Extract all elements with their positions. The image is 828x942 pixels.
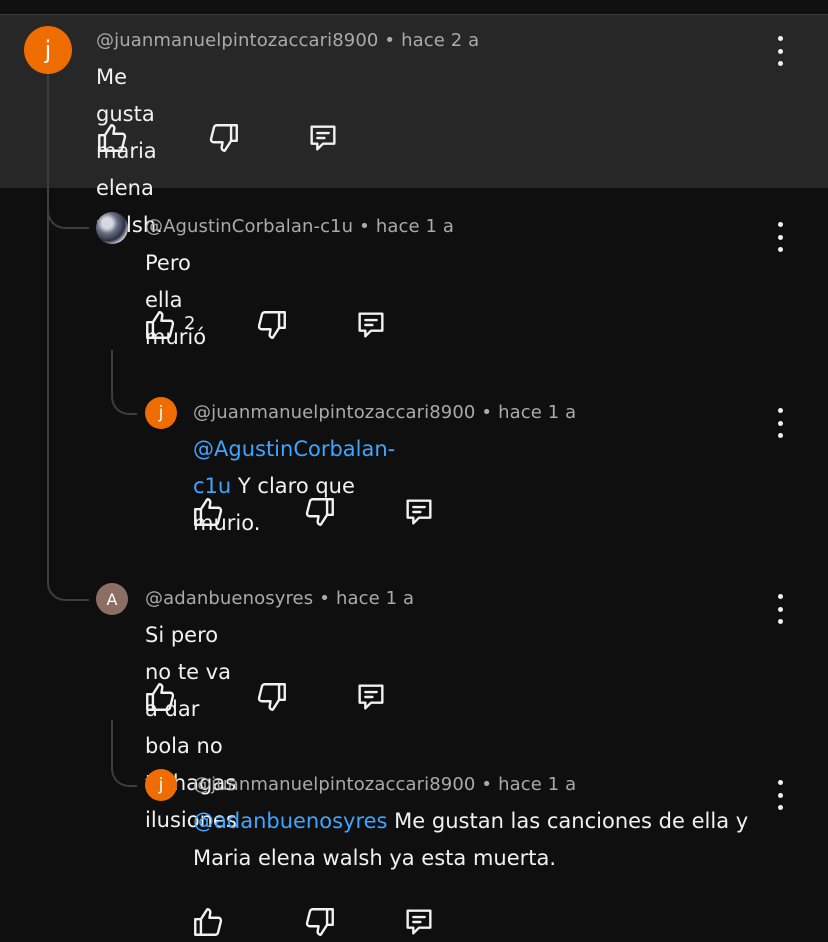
thread-curve-reply-3: [47, 572, 89, 601]
comment-actions: [140, 677, 400, 717]
thumb-down-icon: [255, 680, 289, 714]
comment-actions: [188, 902, 448, 942]
author-name[interactable]: @juanmanuelpintozaccari8900: [193, 774, 475, 795]
thumb-down-icon: [255, 308, 289, 342]
timestamp[interactable]: hace 2 a: [401, 30, 479, 51]
mention-link[interactable]: @adanbuenosyres: [193, 809, 388, 833]
thumb-up-icon: [95, 121, 129, 155]
comment-actions: [92, 118, 352, 158]
reply-button[interactable]: [399, 492, 439, 532]
like-button[interactable]: [92, 118, 132, 158]
separator: •: [384, 30, 396, 51]
separator: •: [481, 774, 493, 795]
reply-button[interactable]: [351, 305, 391, 345]
avatar[interactable]: [96, 212, 128, 244]
avatar[interactable]: j: [145, 397, 177, 429]
thumb-down-icon: [303, 495, 337, 529]
like-button[interactable]: [188, 492, 228, 532]
avatar[interactable]: j: [145, 769, 177, 801]
comment-actions: [188, 492, 448, 532]
avatar[interactable]: j: [24, 26, 72, 74]
thread-curve-reply-2: [111, 350, 137, 415]
thumb-down-icon: [303, 905, 337, 939]
reply-icon: [354, 308, 388, 342]
more-vert-icon[interactable]: [770, 408, 790, 438]
top-edge: [0, 0, 828, 14]
thread-curve-reply-1: [47, 200, 89, 229]
more-vert-icon[interactable]: [770, 594, 790, 624]
more-vert-icon[interactable]: [770, 780, 790, 810]
author-name[interactable]: @juanmanuelpintozaccari8900: [193, 402, 475, 423]
timestamp[interactable]: hace 1 a: [336, 588, 414, 609]
thread-line-main: [47, 74, 49, 574]
like-count: 2: [184, 313, 196, 334]
avatar[interactable]: A: [96, 583, 128, 615]
comment-meta: @juanmanuelpintozaccari8900 • hace 1 a: [193, 774, 576, 795]
author-name[interactable]: @adanbuenosyres: [145, 588, 313, 609]
comment-meta: @adanbuenosyres • hace 1 a: [145, 588, 414, 609]
timestamp[interactable]: hace 1 a: [498, 774, 576, 795]
separator: •: [481, 402, 493, 423]
timestamp[interactable]: hace 1 a: [376, 216, 454, 237]
comment-text: @adanbuenosyres Me gustan las canciones …: [193, 809, 749, 870]
thumb-up-icon: [191, 495, 225, 529]
author-name[interactable]: @juanmanuelpintozaccari8900: [96, 30, 378, 51]
timestamp[interactable]: hace 1 a: [498, 402, 576, 423]
reply-button[interactable]: [303, 118, 343, 158]
reply-button[interactable]: [351, 677, 391, 717]
dislike-button[interactable]: [252, 305, 292, 345]
separator: •: [359, 216, 370, 237]
more-vert-icon[interactable]: [770, 36, 790, 66]
dislike-button[interactable]: [252, 677, 292, 717]
thumb-up-icon: [143, 680, 177, 714]
author-name[interactable]: @AgustinCorbalan-c1u: [145, 216, 353, 237]
thumb-down-icon: [207, 121, 241, 155]
separator: •: [319, 588, 330, 609]
more-vert-icon[interactable]: [770, 222, 790, 252]
reply-button[interactable]: [399, 902, 439, 942]
comment-meta: @AgustinCorbalan-c1u • hace 1 a: [145, 216, 454, 237]
comment-actions: 2: [140, 305, 400, 345]
dislike-button[interactable]: [300, 902, 340, 942]
thread-curve-reply-4: [111, 720, 137, 787]
comment-meta: @juanmanuelpintozaccari8900 • hace 1 a: [193, 402, 576, 423]
dislike-button[interactable]: [300, 492, 340, 532]
reply-icon: [402, 905, 436, 939]
reply-icon: [306, 121, 340, 155]
thumb-up-icon: [191, 905, 225, 939]
like-button[interactable]: [188, 902, 228, 942]
reply-icon: [402, 495, 436, 529]
like-button[interactable]: [140, 677, 180, 717]
like-button[interactable]: [140, 305, 180, 345]
thumb-up-icon: [143, 308, 177, 342]
reply-icon: [354, 680, 388, 714]
dislike-button[interactable]: [204, 118, 244, 158]
comment-meta: @juanmanuelpintozaccari8900 • hace 2 a: [96, 30, 479, 51]
